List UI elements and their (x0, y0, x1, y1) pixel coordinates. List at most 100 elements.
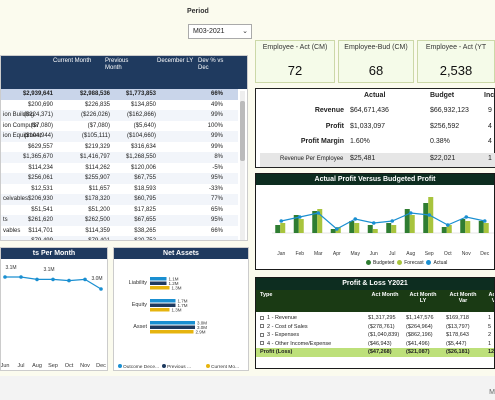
cell-c3: $20,752 (134, 238, 156, 241)
revenue-inc: 9 (488, 107, 492, 114)
bar-forecast (391, 225, 397, 233)
pl-total-row[interactable]: Profit (Loss) ($47,268) ($21,087) ($26,181)… (256, 348, 494, 357)
cell-c3: $17,825 (134, 206, 156, 213)
actual-point (464, 215, 469, 219)
legend-forecast-swatch (397, 260, 403, 266)
scrollbar-thumb[interactable] (240, 101, 245, 161)
revenue-budget: $66,932,123 (430, 107, 469, 114)
legend-actual-swatch (426, 260, 432, 266)
cell-c3: $67,755 (134, 175, 156, 181)
margin-inc: 4 (488, 138, 492, 145)
actual-point (482, 219, 487, 223)
actual-point (445, 223, 450, 227)
chart-title: Net Assets (114, 248, 248, 259)
actual-point (427, 213, 432, 217)
cell-c3: ($5,640) (133, 122, 156, 129)
bar-previous (150, 303, 176, 307)
balance-table-header: Current Month Previous Month December LY… (1, 56, 247, 89)
x-tick-label: Nov (80, 363, 90, 369)
table-row: ceivables $206,930 $178,320 $60,795 77% (1, 194, 238, 205)
x-tick-label: Jan (277, 251, 285, 257)
pl-col-act-month-ly[interactable]: Act Month LY (406, 292, 440, 304)
actual-point (279, 219, 284, 223)
cell-c2: $2,988,536 (79, 91, 110, 97)
cell-c1: $79,499 (31, 238, 53, 241)
cell-b: $1,147,576 (406, 315, 434, 321)
pl-col-act-month[interactable]: Act Month (368, 292, 402, 298)
bar-value-label: 2.9M (196, 330, 206, 335)
actual-point (334, 227, 339, 231)
legend-forecast: Forecast (404, 260, 424, 266)
cell-c2: ($226,026) (80, 112, 110, 118)
cell-c4: 99% (210, 133, 223, 139)
col-current-month[interactable]: Current Month (53, 58, 93, 65)
cell-c1: $51,541 (31, 206, 53, 213)
row-label-profit-margin: Profit Margin (300, 138, 344, 145)
pl-col-type[interactable]: Type (260, 292, 272, 298)
cell-c1: ($7,080) (30, 122, 53, 129)
cell-label: ceivables (3, 196, 29, 202)
cell-b: ($41,496) (406, 340, 430, 347)
pl-col-act-month-var[interactable]: Act Month Var (446, 292, 480, 304)
pl-col-act-m-var[interactable]: Act M Var (484, 292, 495, 304)
bar-forecast (280, 223, 286, 233)
actual-point (316, 211, 321, 215)
legend-budgeted: Budgeted (373, 260, 395, 266)
revenue-actual: $64,671,436 (350, 107, 389, 114)
expand-icon[interactable] (260, 332, 264, 337)
cell-c2: $219,329 (84, 143, 110, 150)
actual-point (353, 217, 358, 221)
pl-header: Type Act Month Act Month LY Act Month Va… (256, 290, 495, 312)
cell-c3: $120,006 (130, 164, 156, 171)
cell-c2: $255,907 (84, 175, 110, 181)
table-row: $79,499 $79,401 $20,752 - (1, 236, 238, 241)
header-budget: Budget (430, 92, 455, 99)
legend-label: Current Mo... (211, 364, 239, 370)
page-indicator[interactable]: M (489, 389, 495, 396)
pl-cell: ($47,268) (368, 348, 392, 357)
cell-c2: $114,262 (85, 164, 110, 171)
col-december-ly[interactable]: December LY (157, 58, 195, 65)
bar-budgeted (386, 223, 392, 233)
actual-point (297, 215, 302, 219)
table-row: vables $114,701 $114,359 $38,265 66% (1, 226, 238, 237)
kpi-card-employee-act-ytd: Employee - Act (YT 2,538 (417, 40, 495, 83)
table-row: $12,531 $11,657 $18,593 -33% (1, 184, 238, 195)
x-tick-label: Aug (32, 363, 42, 369)
period-dropdown[interactable]: M03-2021 ⌄ (188, 24, 252, 39)
expand-icon[interactable] (260, 324, 264, 329)
cell-label: 1 - Revenue (267, 315, 297, 321)
kpi-title: Employee-Bud (CM) (344, 44, 408, 51)
profits-per-month-chart: ts Per Month 3.1M 3.1M 3.0M Jun Jul Aug Sep Oct… (0, 247, 108, 371)
x-tick-label: Dec (96, 363, 106, 369)
bar-current (150, 330, 194, 334)
table-row: $2,939,641 $2,988,536 $1,773,853 66% (1, 89, 238, 100)
actual-vs-budget-svg: Jan Feb Mar Apr May Jun Jul Aug Sep Oct Nov Dec (272, 197, 494, 257)
cell-c4: 66% (210, 91, 223, 97)
cell-c3: $38,265 (134, 227, 156, 234)
actual-vs-budget-chart: Actual Profit Versus Budgeted Profit Jan… (255, 173, 495, 270)
cell-d: 2 (488, 332, 492, 338)
row-label-profit: Profit (325, 123, 344, 130)
expand-icon[interactable] (260, 341, 264, 346)
x-tick-label: Oct (65, 363, 74, 369)
period-value: M03-2021 (193, 28, 225, 35)
x-tick-label: Apr (333, 251, 341, 257)
cell-c4: 77% (210, 196, 223, 202)
col-dev-vs-dec[interactable]: Dev % vs Dec (198, 58, 228, 72)
cell-b: ($264,964) (406, 323, 433, 330)
cell-c1: ($224,371) (23, 112, 53, 118)
legend-label: Outcome Dece... (123, 364, 159, 370)
table-scrollbar[interactable] (240, 91, 245, 240)
bar-current (150, 286, 170, 290)
period-label: Period (187, 8, 209, 15)
kpi-title: Employee - Act (CM) (262, 44, 328, 51)
x-tick-label: Dec (480, 251, 489, 257)
margin-actual: 1.60% (350, 138, 370, 145)
expand-icon[interactable] (260, 315, 264, 320)
col-previous-month[interactable]: Previous Month (105, 58, 145, 72)
net-assets-chart: Net Assets Liability 1.1M 1.2M 1.3M Equity 1.… (113, 247, 249, 371)
bar-previous (150, 281, 167, 285)
x-tick-label: Jun (1, 363, 9, 369)
cell-label: ts (3, 217, 8, 223)
